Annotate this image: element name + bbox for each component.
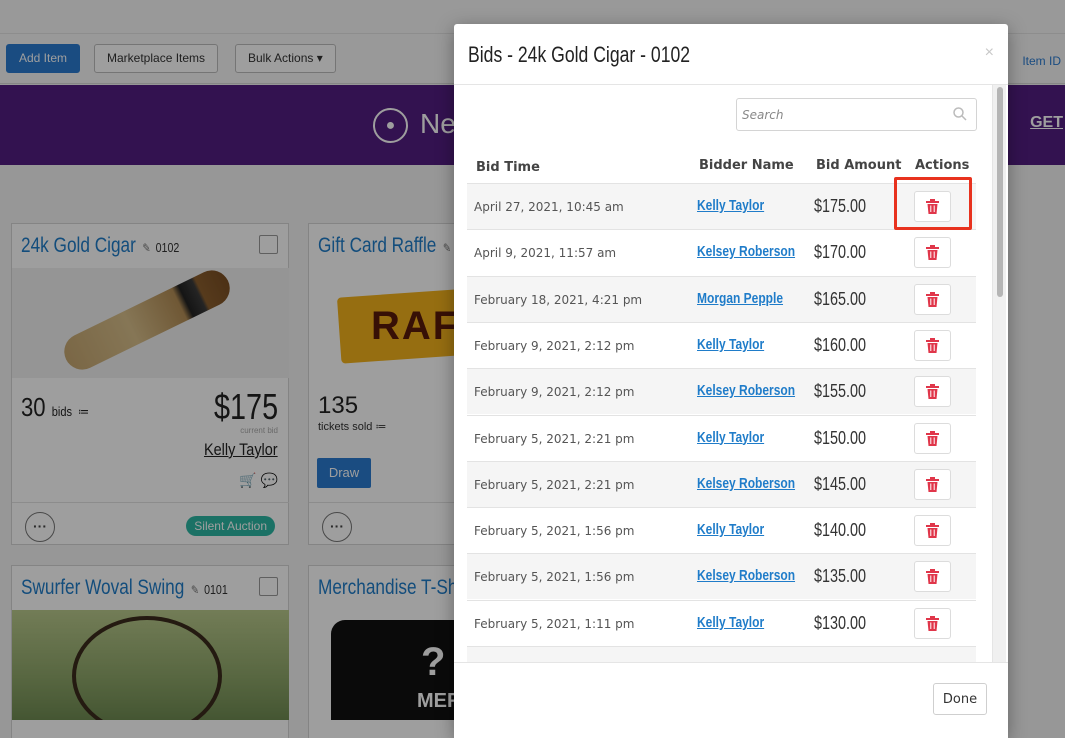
modal-body: Bid Time Bidder Name Bid Amount Actions … <box>454 85 1008 662</box>
trash-icon <box>926 615 939 631</box>
delete-bid-button[interactable] <box>914 422 951 454</box>
trash-icon <box>926 245 939 261</box>
bid-time: February 5, 2021, 1:56 pm <box>474 524 635 539</box>
delete-bid-button[interactable] <box>914 561 951 593</box>
highlight-annotation <box>894 177 972 230</box>
modal-title: Bids - 24k Gold Cigar - 0102 <box>468 42 691 67</box>
bid-amount: $170.00 <box>814 242 867 263</box>
bidder-name-link[interactable]: Kelly Taylor <box>697 336 764 353</box>
table-row <box>467 646 976 662</box>
table-row: April 9, 2021, 11:57 am Kelsey Roberson $1… <box>467 229 976 275</box>
bidder-name-link[interactable]: Morgan Pepple <box>697 290 783 307</box>
close-icon[interactable]: × <box>985 44 994 62</box>
bid-time: February 5, 2021, 2:21 pm <box>474 477 635 492</box>
column-header-bid-time[interactable]: Bid Time <box>476 160 540 175</box>
bidder-name-link[interactable]: Kelly Taylor <box>697 429 764 446</box>
delete-bid-button[interactable] <box>914 607 951 639</box>
modal-scrollbar[interactable] <box>992 85 1006 662</box>
bid-amount: $135.00 <box>814 566 867 587</box>
bid-time: February 5, 2021, 2:21 pm <box>474 431 635 446</box>
bidder-name-link[interactable]: Kelsey Roberson <box>697 475 795 492</box>
bid-time: February 5, 2021, 1:56 pm <box>474 570 635 585</box>
table-row: February 9, 2021, 2:12 pm Kelly Taylor $16… <box>467 321 976 368</box>
bidder-name-link[interactable]: Kelly Taylor <box>697 521 764 538</box>
delete-bid-button[interactable] <box>914 329 951 361</box>
search-input[interactable] <box>738 100 943 129</box>
bidder-name-link[interactable]: Kelsey Roberson <box>697 243 795 260</box>
bidder-name-link[interactable]: Kelsey Roberson <box>697 382 795 399</box>
column-header-actions: Actions <box>915 158 970 173</box>
trash-icon <box>926 337 939 353</box>
delete-bid-button[interactable] <box>914 237 951 269</box>
bid-time: April 9, 2021, 11:57 am <box>474 246 617 261</box>
search-box <box>736 98 977 131</box>
trash-icon <box>926 476 939 492</box>
bid-amount: $140.00 <box>814 520 867 541</box>
delete-bid-button[interactable] <box>914 515 951 547</box>
bid-amount: $160.00 <box>814 334 867 355</box>
bidder-name-link[interactable]: Kelsey Roberson <box>697 567 795 584</box>
column-header-bid-amount[interactable]: Bid Amount <box>816 158 901 173</box>
column-header-bidder-name[interactable]: Bidder Name <box>699 158 794 173</box>
bid-amount: $150.00 <box>814 427 867 448</box>
trash-icon <box>926 384 939 400</box>
search-icon[interactable] <box>952 106 968 122</box>
delete-bid-button[interactable] <box>914 283 951 315</box>
bid-time: February 18, 2021, 4:21 pm <box>474 292 643 307</box>
modal-footer-divider <box>454 662 1008 663</box>
bidder-name-link[interactable]: Kelly Taylor <box>697 197 764 214</box>
table-row: February 5, 2021, 1:11 pm Kelly Taylor $13… <box>467 599 976 646</box>
delete-bid-button[interactable] <box>914 376 951 408</box>
trash-icon <box>926 569 939 585</box>
bid-amount: $130.00 <box>814 612 867 633</box>
bid-amount: $165.00 <box>814 288 867 309</box>
table-row: February 5, 2021, 2:21 pm Kelsey Roberson… <box>467 460 976 507</box>
bid-amount: $155.00 <box>814 381 867 402</box>
table-row: February 18, 2021, 4:21 pm Morgan Pepple $… <box>467 275 976 322</box>
scrollbar-thumb[interactable] <box>997 87 1003 297</box>
bids-modal: Bids - 24k Gold Cigar - 0102 × Bid Time … <box>454 24 1008 738</box>
bid-time: February 9, 2021, 2:12 pm <box>474 385 635 400</box>
bid-amount: $175.00 <box>814 196 867 216</box>
bid-time: February 9, 2021, 2:12 pm <box>474 338 635 353</box>
trash-icon <box>926 291 939 307</box>
table-row: February 5, 2021, 1:56 pm Kelly Taylor $14… <box>467 507 976 553</box>
bidder-name-link[interactable]: Kelly Taylor <box>697 614 764 631</box>
table-row: February 9, 2021, 2:12 pm Kelsey Roberson… <box>467 368 976 415</box>
trash-icon <box>926 430 939 446</box>
table-row: February 5, 2021, 2:21 pm Kelly Taylor $15… <box>467 414 976 461</box>
delete-bid-button[interactable] <box>914 468 951 500</box>
bid-amount: $145.00 <box>814 473 867 494</box>
done-button[interactable]: Done <box>933 683 987 715</box>
bid-time: April 27, 2021, 10:45 am <box>474 200 624 214</box>
trash-icon <box>926 523 939 539</box>
table-row: February 5, 2021, 1:56 pm Kelsey Roberson… <box>467 553 976 600</box>
bid-time: February 5, 2021, 1:11 pm <box>474 616 635 631</box>
